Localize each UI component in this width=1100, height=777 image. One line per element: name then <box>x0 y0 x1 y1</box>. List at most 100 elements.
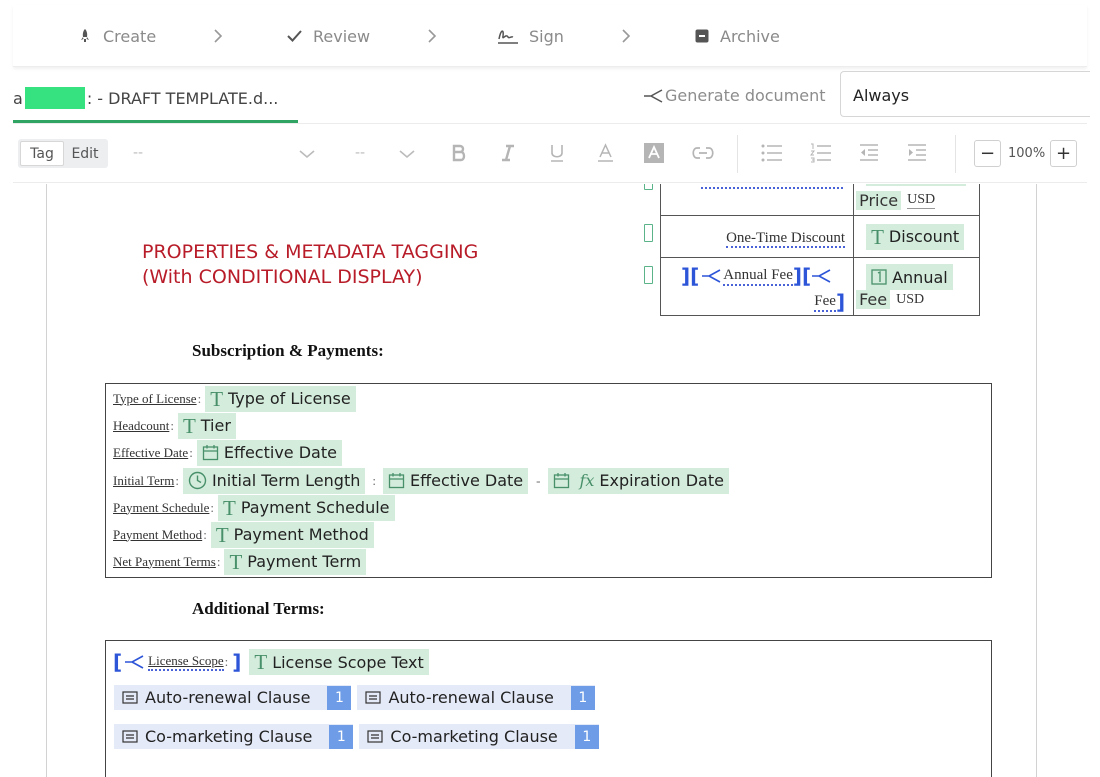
clause-count-badge: 1 <box>574 724 599 749</box>
clause-icon <box>367 730 383 743</box>
initial-term-length-tag[interactable]: Initial Term Length <box>182 467 366 494</box>
indent-icon[interactable] <box>907 143 927 163</box>
table-cell: T Discount <box>853 215 980 258</box>
underline-icon[interactable] <box>549 143 565 163</box>
calendar-icon <box>554 473 570 489</box>
table-row: One-Time Discount T Discount <box>659 215 980 258</box>
mode-tag-button[interactable]: Tag <box>20 141 64 166</box>
chevron-down-icon[interactable] <box>298 148 316 160</box>
zoom-in-button[interactable]: + <box>1050 140 1077 167</box>
font-family-select[interactable]: -- <box>133 145 143 161</box>
step-create[interactable]: Create <box>77 25 156 47</box>
conditional-underline <box>701 187 844 189</box>
chevron-right-icon <box>214 29 223 43</box>
step-review[interactable]: Review <box>286 25 370 47</box>
visibility-checkbox[interactable] <box>644 184 653 190</box>
payment-method-tag[interactable]: T Payment Method <box>210 521 374 548</box>
editor-toolbar: Tag Edit -- -- − 100% + <box>13 126 1087 183</box>
visibility-checkbox[interactable] <box>644 224 653 242</box>
subscription-row: Payment Method: T Payment Method <box>113 521 374 548</box>
document-page: PROPERTIES & METADATA TAGGING (With COND… <box>46 184 1037 777</box>
tier-tag[interactable]: T Tier <box>177 412 236 439</box>
clause-icon <box>365 691 382 704</box>
highlight-color-icon[interactable] <box>644 143 664 163</box>
generate-document-button[interactable]: Generate document <box>643 86 826 105</box>
payment-term-tag[interactable]: T Payment Term <box>224 548 367 575</box>
step-archive[interactable]: Archive <box>694 25 780 47</box>
table-cell: Annual Fee USD <box>853 257 980 316</box>
expiration-date-tag[interactable]: fx Expiration Date <box>548 467 729 494</box>
additional-terms-heading: Additional Terms: <box>192 599 325 618</box>
toolbar-divider <box>955 135 956 173</box>
conditional-annual-fee[interactable]: ][ Annual Fee ][ <box>681 264 831 288</box>
file-bar: a : - DRAFT TEMPLATE.d... Generate docum… <box>13 70 1090 124</box>
text-type-icon: T <box>254 650 268 674</box>
condition-bracket: ][ <box>792 264 812 288</box>
type-of-license-tag[interactable]: T Type of License <box>205 385 356 412</box>
text-type-icon: T <box>871 224 884 249</box>
payment-schedule-tag[interactable]: T Payment Schedule <box>218 494 395 521</box>
outdent-icon[interactable] <box>859 143 879 163</box>
file-name-tab[interactable]: a : - DRAFT TEMPLATE.d... <box>13 87 278 109</box>
step-sign-label: Sign <box>529 26 564 46</box>
step-sign[interactable]: Sign <box>497 25 564 47</box>
number-type-icon <box>871 269 887 285</box>
workflow-steps: Create Review Sign Archive <box>13 5 1087 67</box>
currency-label: USD <box>907 192 936 209</box>
clause-row: Co-marketing Clause 1 Co-marketing Claus… <box>114 724 599 749</box>
italic-icon[interactable] <box>500 144 516 162</box>
annual-fee-tag-cont[interactable]: Fee <box>856 290 891 309</box>
annual-fee-label: Annual Fee <box>723 267 793 286</box>
bold-icon[interactable] <box>451 144 467 162</box>
subscription-row: Payment Schedule: T Payment Schedule <box>113 494 395 521</box>
clause-count-badge: 1 <box>329 724 354 749</box>
row-label: Type of License <box>113 390 197 406</box>
chevron-down-icon[interactable] <box>398 148 416 160</box>
clause-row: Auto-renewal Clause 1 Auto-renewal Claus… <box>114 685 595 710</box>
row-label: Payment Method <box>113 526 203 542</box>
table-row: ][ Annual Fee ][ Fee ] Annual Fee USD <box>659 257 980 316</box>
license-scope-tag[interactable]: T License Scope Text <box>249 649 429 675</box>
calendar-icon <box>202 445 218 461</box>
table-cell: ][ Annual Fee ][ Fee ] <box>659 257 855 316</box>
text-type-icon: T <box>223 495 236 520</box>
rocket-icon <box>81 29 89 42</box>
condition-bracket: ][ <box>681 264 700 288</box>
check-icon <box>287 30 302 42</box>
auto-renewal-clause[interactable]: Auto-renewal Clause 1 <box>357 685 595 710</box>
co-marketing-clause[interactable]: Co-marketing Clause 1 <box>359 724 599 749</box>
table-cell <box>659 184 855 216</box>
effective-date-tag[interactable]: Effective Date <box>382 467 529 494</box>
license-scope-row: [ License Scope : ] T License Scope Text <box>113 649 429 675</box>
visibility-checkbox[interactable] <box>644 266 653 284</box>
subscription-row: Type of License: T Type of License <box>113 385 356 412</box>
clause-icon <box>122 691 138 704</box>
effective-date-tag[interactable]: Effective Date <box>196 439 342 466</box>
text-type-icon: T <box>210 386 224 411</box>
file-name-prefix: a <box>13 88 23 108</box>
active-tab-indicator <box>13 120 298 123</box>
condition-bracket: [ <box>113 650 123 674</box>
auto-renewal-clause[interactable]: Auto-renewal Clause 1 <box>114 685 352 710</box>
discount-tag[interactable]: T Discount <box>866 223 965 250</box>
font-color-icon[interactable] <box>597 143 614 163</box>
numbered-list-icon[interactable] <box>810 143 832 163</box>
mode-switch: Tag Edit <box>18 139 108 168</box>
tag-chip-partial[interactable] <box>866 184 967 186</box>
zoom-out-button[interactable]: − <box>974 140 1001 167</box>
mode-edit-button[interactable]: Edit <box>64 141 106 166</box>
row-label: Net Payment Terms <box>113 553 216 569</box>
signature-icon <box>498 30 518 44</box>
file-name: : - DRAFT TEMPLATE.d... <box>86 88 279 108</box>
chevron-right-icon <box>622 29 631 43</box>
range-separator: - <box>536 472 541 488</box>
zoom-level: 100% <box>1008 146 1046 161</box>
annual-fee-tag[interactable]: Annual <box>866 264 953 290</box>
link-icon[interactable] <box>691 146 715 160</box>
bullet-list-icon[interactable] <box>761 143 783 163</box>
chevron-right-icon <box>428 29 437 43</box>
font-size-select[interactable]: -- <box>355 145 365 161</box>
co-marketing-clause[interactable]: Co-marketing Clause 1 <box>114 724 354 749</box>
condition-select[interactable]: Always <box>840 71 1090 117</box>
price-tag-label[interactable]: Price <box>856 191 902 210</box>
